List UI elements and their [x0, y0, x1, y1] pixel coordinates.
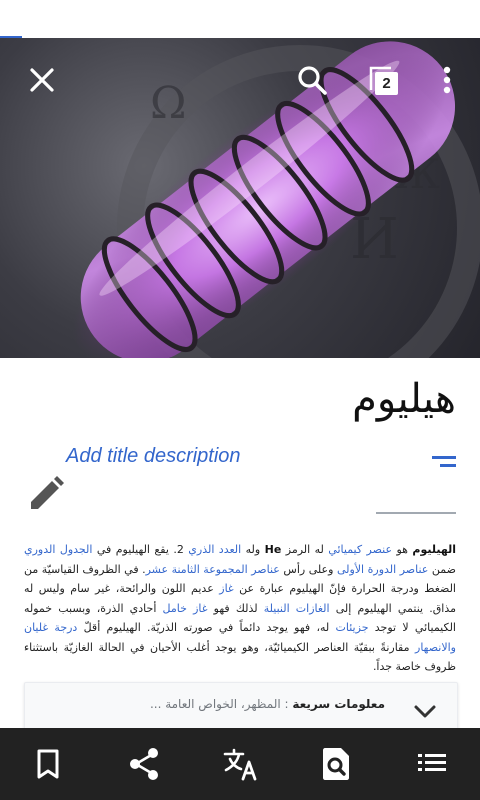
article-text: وعلى رأس	[279, 562, 337, 576]
share-icon	[130, 748, 158, 780]
pencil-icon	[31, 476, 64, 509]
more-vertical-icon	[443, 66, 451, 94]
status-bar	[0, 0, 480, 38]
article-link[interactable]: غاز خامل	[163, 602, 208, 615]
share-button[interactable]	[120, 740, 168, 788]
article-link[interactable]: غاز	[219, 582, 233, 595]
helium-tube-image: И Ж Ω	[72, 41, 480, 358]
tabs-count: 2	[382, 75, 391, 92]
bottom-toolbar	[0, 728, 480, 800]
article-link[interactable]: جزيئات	[336, 621, 369, 634]
tabs-button[interactable]: 2	[360, 56, 408, 104]
article-link[interactable]: عنصر كيميائي	[328, 543, 392, 556]
search-icon	[298, 66, 327, 95]
more-options-button[interactable]	[423, 56, 471, 104]
article-text: ضمن	[428, 562, 456, 576]
find-in-page-icon	[323, 748, 349, 780]
search-button[interactable]	[288, 56, 336, 104]
translate-icon	[223, 748, 257, 781]
article-link[interactable]: الغازات النبيلة	[264, 602, 330, 615]
article-lead-paragraph: الهيليوم هو عنصر كيميائي له الرمز He وله…	[24, 540, 456, 677]
page-title: هيليوم	[352, 376, 456, 422]
lead-image[interactable]: И Ж Ω 2	[0, 38, 480, 358]
description-lines-icon	[432, 456, 456, 468]
quick-facts-text: معلومات سريعة : المظهر، الخواص العامة ..…	[150, 697, 385, 711]
quick-facts-label: معلومات سريعة	[292, 697, 385, 711]
article-bold-text: He	[264, 543, 282, 556]
article-text: له الرمز	[281, 543, 329, 556]
add-title-description-link[interactable]: Add title description	[66, 445, 241, 468]
svg-text:Ω: Ω	[150, 78, 186, 129]
header-divider	[376, 512, 456, 514]
contents-button[interactable]	[408, 740, 456, 788]
article-text: وله	[241, 543, 265, 556]
article-link[interactable]: عناصر الدورة الأولى	[337, 563, 428, 576]
article-text: مقارنةً ببقيّة العناصر الكيميائيّة، وهو …	[24, 640, 456, 674]
edit-button[interactable]	[26, 474, 66, 514]
close-button[interactable]	[18, 56, 66, 104]
chevron-down-icon	[414, 705, 436, 718]
find-in-page-button[interactable]	[312, 740, 360, 788]
article-text: 2. يقع الهيليوم في	[92, 543, 189, 556]
close-icon	[30, 68, 54, 92]
article-text: لذلك فهو	[207, 601, 264, 615]
bookmark-icon	[37, 749, 59, 779]
article-bold-text: الهيليوم	[412, 543, 456, 556]
article-text: له، فهو يوجد دائماً في صورته الذريّة. ال…	[77, 621, 336, 634]
article-link[interactable]: الجدول الدوري	[24, 543, 92, 556]
contents-icon	[418, 754, 446, 771]
article-link[interactable]: عناصر المجموعة الثامنة عشر	[146, 563, 280, 576]
bookmark-button[interactable]	[24, 740, 72, 788]
quick-facts-subtitle: : المظهر، الخواص العامة ...	[149, 697, 293, 711]
language-button[interactable]	[216, 740, 264, 788]
article-text: هو	[392, 543, 413, 556]
article-link[interactable]: العدد الذري	[188, 543, 241, 556]
